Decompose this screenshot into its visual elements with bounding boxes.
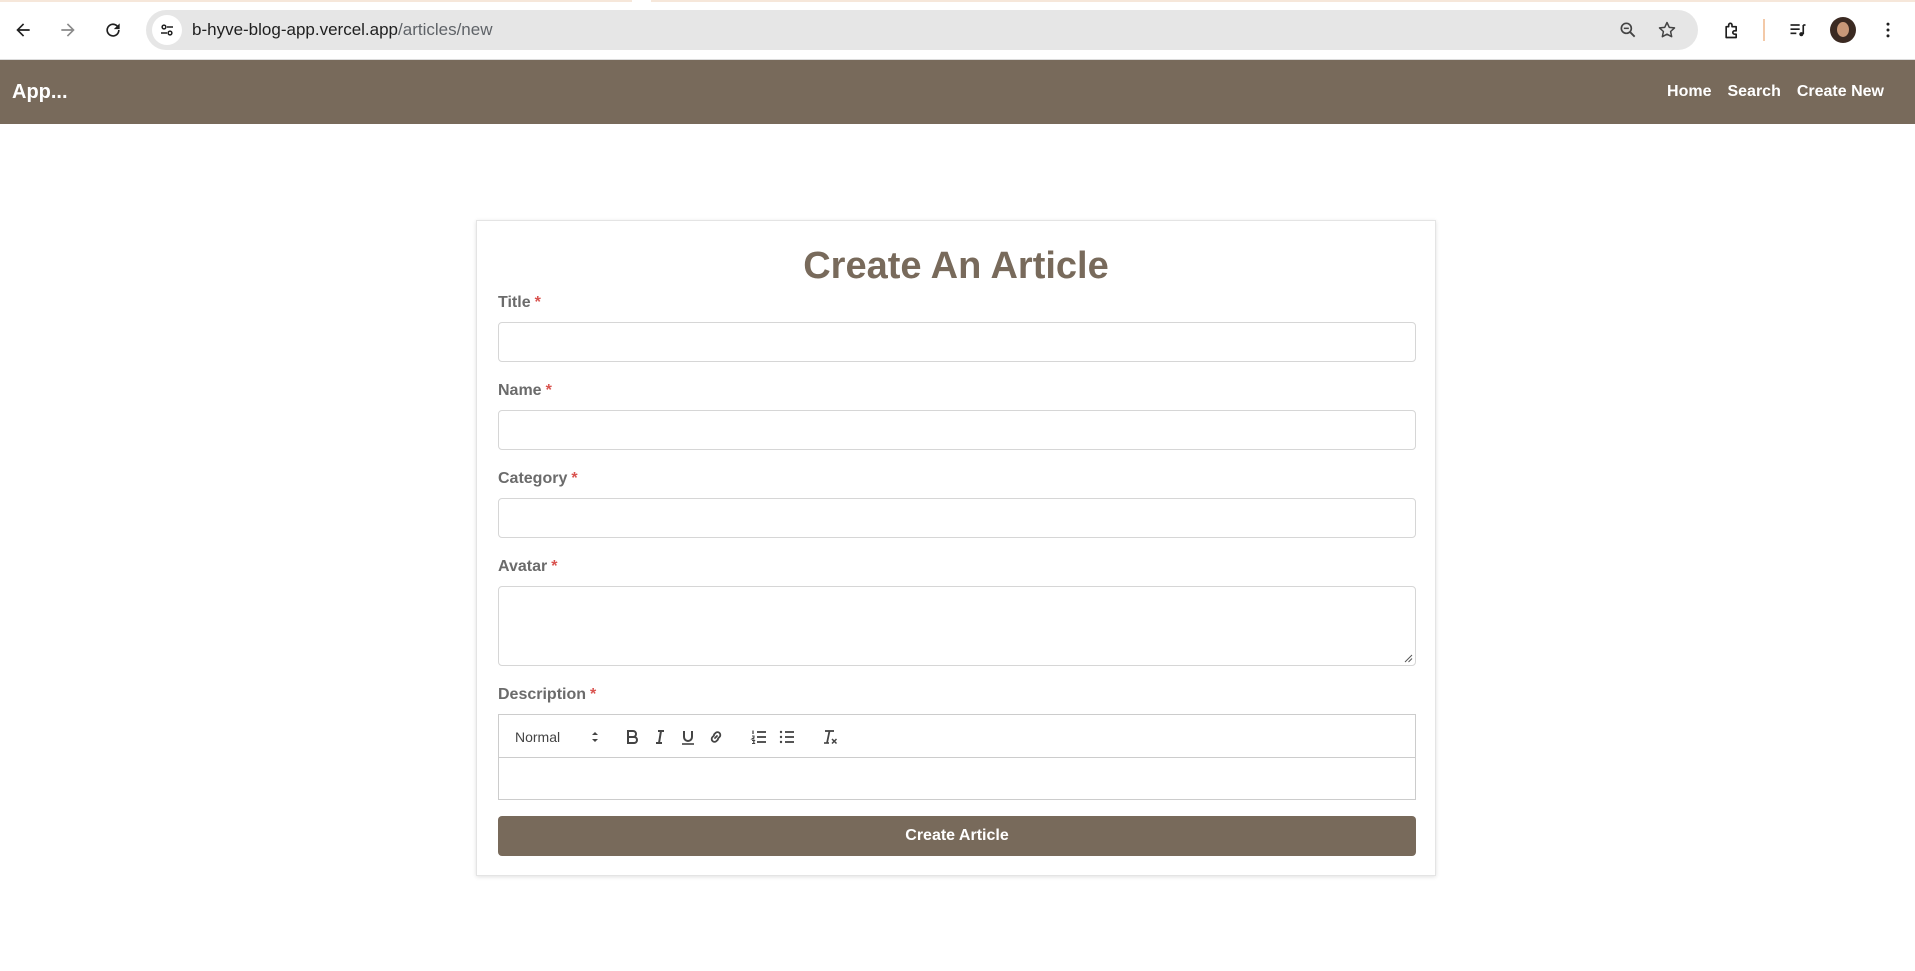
url-host: b-hyve-blog-app.vercel.app (192, 20, 399, 39)
ordered-list-button[interactable] (748, 726, 770, 748)
url-path: /articles/new (398, 20, 493, 39)
title-input[interactable] (498, 322, 1416, 362)
underline-button[interactable] (677, 726, 699, 748)
italic-icon (656, 730, 664, 744)
zoom-button[interactable] (1616, 18, 1640, 42)
app-navbar: App... Home Search Create New (0, 60, 1915, 124)
extensions-button[interactable] (1716, 14, 1748, 46)
required-marker: * (545, 382, 552, 399)
name-label-text: Name (498, 382, 542, 399)
category-label: Category * (498, 469, 578, 489)
editor-toolbar: Normal (499, 715, 1415, 758)
site-info-icon (161, 24, 173, 36)
bookmark-star-icon (1658, 21, 1676, 38)
bullet-list-icon (779, 730, 794, 744)
resize-grip-icon[interactable] (1403, 653, 1413, 663)
description-editor-body[interactable] (499, 758, 1415, 800)
title-label-text: Title (498, 294, 531, 311)
create-article-button[interactable]: Create Article (498, 816, 1416, 856)
more-menu-button[interactable] (1872, 14, 1904, 46)
tab-strip-edge (0, 0, 1915, 2)
required-marker: * (571, 470, 578, 487)
forward-button[interactable] (52, 14, 84, 46)
clear-format-icon (824, 730, 838, 745)
name-input[interactable] (498, 410, 1416, 450)
heading-select-value: Normal (515, 729, 561, 745)
link-icon (710, 731, 722, 743)
description-label-text: Description (498, 686, 587, 703)
browser-toolbar: b-hyve-blog-app.vercel.app/articles/new (0, 0, 1915, 60)
italic-button[interactable] (649, 726, 671, 748)
url-text: b-hyve-blog-app.vercel.app/articles/new (192, 20, 493, 40)
nav-link-create-new[interactable]: Create New (1797, 81, 1884, 103)
link-button[interactable] (705, 726, 727, 748)
bookmark-button[interactable] (1655, 18, 1679, 42)
bold-icon (627, 730, 638, 744)
ordered-list-icon (750, 730, 766, 745)
description-rich-editor: Normal (498, 714, 1416, 800)
zoom-icon (1620, 22, 1636, 38)
underline-icon (682, 731, 694, 745)
nav-link-search[interactable]: Search (1727, 81, 1780, 103)
reload-button[interactable] (97, 14, 129, 46)
reload-icon (106, 23, 120, 37)
profile-avatar-face (1837, 22, 1849, 37)
nav-link-home[interactable]: Home (1667, 81, 1711, 103)
clear-format-button[interactable] (819, 726, 841, 748)
heading-select[interactable]: Normal (515, 727, 599, 747)
category-input[interactable] (498, 498, 1416, 538)
forward-arrow-icon (61, 23, 75, 37)
avatar-textarea[interactable] (498, 586, 1416, 666)
bold-button[interactable] (621, 726, 643, 748)
nav-links: Home Search Create New (1667, 81, 1884, 103)
avatar-label: Avatar * (498, 557, 557, 577)
category-label-text: Category (498, 470, 568, 487)
site-info-button[interactable] (152, 15, 182, 45)
extensions-icon (1725, 22, 1737, 39)
bullet-list-button[interactable] (776, 726, 798, 748)
more-menu-icon (1886, 22, 1890, 38)
media-controls-icon (1790, 24, 1806, 37)
required-marker: * (551, 558, 558, 575)
brand-logo[interactable]: App... (12, 80, 68, 104)
select-arrows-icon (592, 732, 598, 742)
profile-avatar[interactable] (1830, 17, 1856, 43)
create-article-card: Create An Article Title * Name * Category *… (476, 220, 1436, 876)
required-marker: * (590, 686, 597, 703)
back-button[interactable] (7, 14, 39, 46)
media-controls-button[interactable] (1782, 14, 1814, 46)
name-label: Name * (498, 381, 552, 401)
title-label: Title * (498, 293, 541, 313)
description-label: Description * (498, 685, 596, 705)
avatar-label-text: Avatar (498, 558, 548, 575)
address-bar[interactable]: b-hyve-blog-app.vercel.app/articles/new (146, 10, 1698, 50)
required-marker: * (534, 294, 541, 311)
page-title: Create An Article (803, 245, 1109, 287)
toolbar-separator (1763, 19, 1765, 41)
back-arrow-icon (16, 23, 30, 37)
